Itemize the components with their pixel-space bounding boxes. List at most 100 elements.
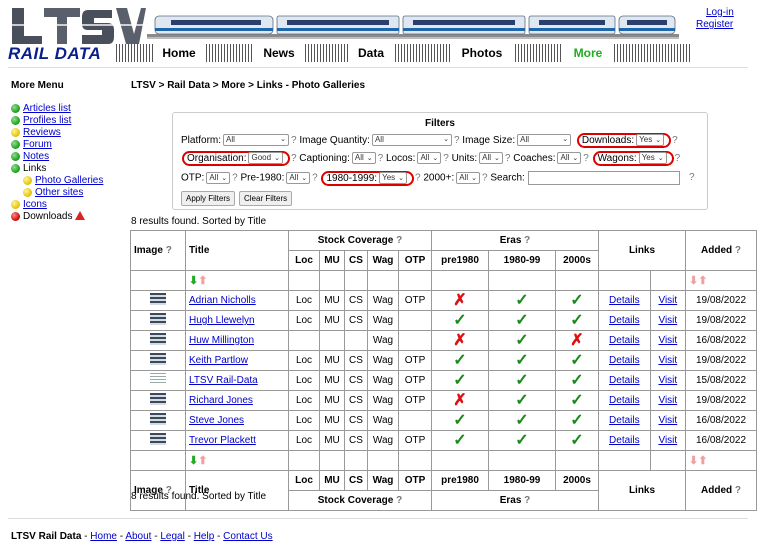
visit-link[interactable]: Visit — [658, 335, 677, 346]
apply-filters-button[interactable]: Apply Filters — [181, 191, 236, 206]
gallery-thumbnail[interactable] — [150, 313, 166, 325]
sidebar-item-forum[interactable]: Forum — [11, 139, 121, 151]
sort-asc-icon[interactable]: ⬇ — [689, 455, 698, 467]
sort-desc-icon[interactable]: ⬆ — [198, 455, 207, 467]
register-link[interactable]: Register — [696, 19, 733, 30]
login-link[interactable]: Log-in — [706, 7, 734, 18]
sidebar-item-other-sites[interactable]: Other sites — [11, 187, 121, 199]
footer-link-home[interactable]: Home — [90, 531, 117, 542]
gallery-thumbnail[interactable] — [150, 353, 166, 365]
sidebar-item-label[interactable]: Reviews — [23, 127, 61, 138]
details-link[interactable]: Details — [609, 355, 640, 366]
sort-controls[interactable]: ⬇⬆ — [685, 450, 757, 471]
details-link[interactable]: Details — [609, 435, 640, 446]
gallery-title-link[interactable]: Adrian Nicholls — [189, 295, 256, 306]
units-select[interactable]: All ⌄ — [479, 152, 503, 165]
clear-filters-button[interactable]: Clear Filters — [239, 191, 293, 206]
sidebar-item-photo-galleries[interactable]: Photo Galleries — [11, 175, 121, 187]
sidebar-item-label[interactable]: Photo Galleries — [35, 175, 103, 186]
visit-link[interactable]: Visit — [658, 435, 677, 446]
help-icon[interactable]: ? — [583, 153, 589, 164]
organisation-select[interactable]: Good ⌄ — [248, 152, 283, 165]
sidebar-item-label[interactable]: Notes — [23, 151, 49, 162]
details-link[interactable]: Details — [609, 315, 640, 326]
visit-link[interactable]: Visit — [658, 415, 677, 426]
sidebar-item-articles[interactable]: Articles list — [11, 103, 121, 115]
search-input[interactable] — [527, 171, 680, 185]
help-icon[interactable]: ? — [689, 171, 695, 185]
wagons-select[interactable]: Yes ⌄ — [638, 152, 667, 165]
locos-select[interactable]: All ⌄ — [417, 152, 442, 165]
sidebar-item-icons[interactable]: Icons — [11, 199, 121, 211]
sort-controls[interactable]: ⬇⬆ — [685, 270, 757, 291]
sort-asc-icon[interactable]: ⬇ — [189, 455, 198, 467]
help-icon[interactable]: ? — [672, 135, 678, 146]
footer-link-contact[interactable]: Contact Us — [223, 531, 272, 542]
details-link[interactable]: Details — [609, 395, 640, 406]
y1980-1999-select[interactable]: Yes ⌄ — [379, 172, 408, 184]
image-size-select[interactable]: All ⌄ — [517, 134, 572, 147]
gallery-thumbnail[interactable] — [150, 373, 166, 385]
nav-data[interactable]: Data — [348, 44, 394, 62]
visit-link[interactable]: Visit — [658, 315, 677, 326]
sort-desc-icon[interactable]: ⬆ — [698, 275, 707, 287]
help-icon[interactable]: ? — [482, 173, 488, 184]
sort-desc-icon[interactable]: ⬆ — [698, 455, 707, 467]
gallery-title-link[interactable]: Hugh Llewelyn — [189, 315, 255, 326]
gallery-thumbnail[interactable] — [150, 413, 166, 425]
coaches-select[interactable]: All ⌄ — [557, 152, 582, 165]
gallery-title-link[interactable]: Steve Jones — [189, 415, 244, 426]
help-icon[interactable]: ? — [378, 153, 384, 164]
footer-link-help[interactable]: Help — [194, 531, 215, 542]
gallery-title-link[interactable]: Richard Jones — [189, 395, 253, 406]
sidebar-item-label[interactable]: Icons — [23, 199, 47, 210]
footer-link-legal[interactable]: Legal — [160, 531, 184, 542]
gallery-thumbnail[interactable] — [150, 433, 166, 445]
help-icon[interactable]: ? — [312, 173, 318, 184]
help-icon[interactable]: ? — [291, 153, 297, 164]
downloads-select[interactable]: Yes ⌄ — [636, 134, 665, 147]
sidebar-item-label[interactable]: Articles list — [23, 103, 71, 114]
sort-asc-icon[interactable]: ⬇ — [189, 275, 198, 287]
visit-link[interactable]: Visit — [658, 355, 677, 366]
sort-controls[interactable]: ⬇⬆ — [185, 450, 289, 471]
y2000-select[interactable]: All ⌄ — [456, 172, 481, 184]
gallery-thumbnail[interactable] — [150, 393, 166, 405]
gallery-thumbnail[interactable] — [150, 333, 166, 345]
help-icon[interactable]: ? — [291, 135, 297, 146]
sort-controls[interactable]: ⬇⬆ — [185, 270, 289, 291]
visit-link[interactable]: Visit — [658, 395, 677, 406]
gallery-title-link[interactable]: LTSV Rail-Data — [189, 375, 258, 386]
sidebar-item-reviews[interactable]: Reviews — [11, 127, 121, 139]
gallery-title-link[interactable]: Trevor Plackett — [189, 435, 256, 446]
gallery-title-link[interactable]: Huw Millington — [189, 335, 254, 346]
help-icon[interactable]: ? — [675, 153, 681, 164]
gallery-title-link[interactable]: Keith Partlow — [189, 355, 248, 366]
pre1980-select[interactable]: All ⌄ — [286, 172, 311, 184]
nav-home[interactable]: Home — [154, 44, 204, 62]
footer-link-about[interactable]: About — [125, 531, 151, 542]
sidebar-item-label[interactable]: Other sites — [35, 187, 83, 198]
captioning-select[interactable]: All ⌄ — [351, 152, 376, 165]
site-logo[interactable] — [8, 6, 146, 46]
sidebar-item-profiles[interactable]: Profiles list — [11, 115, 121, 127]
sidebar-item-label[interactable]: Profiles list — [23, 115, 71, 126]
visit-link[interactable]: Visit — [658, 375, 677, 386]
otp-select[interactable]: All ⌄ — [206, 172, 231, 184]
nav-more[interactable]: More — [562, 44, 614, 62]
gallery-thumbnail[interactable] — [150, 293, 166, 305]
details-link[interactable]: Details — [609, 295, 640, 306]
help-icon[interactable]: ? — [232, 173, 238, 184]
sidebar-item-label[interactable]: Forum — [23, 139, 52, 150]
details-link[interactable]: Details — [609, 335, 640, 346]
nav-news[interactable]: News — [254, 44, 304, 62]
help-icon[interactable]: ? — [415, 173, 421, 184]
details-link[interactable]: Details — [609, 375, 640, 386]
visit-link[interactable]: Visit — [658, 295, 677, 306]
help-icon[interactable]: ? — [505, 153, 511, 164]
help-icon[interactable]: ? — [454, 135, 460, 146]
help-icon[interactable]: ? — [443, 153, 449, 164]
sort-asc-icon[interactable]: ⬇ — [689, 275, 698, 287]
sort-desc-icon[interactable]: ⬆ — [198, 275, 207, 287]
details-link[interactable]: Details — [609, 415, 640, 426]
